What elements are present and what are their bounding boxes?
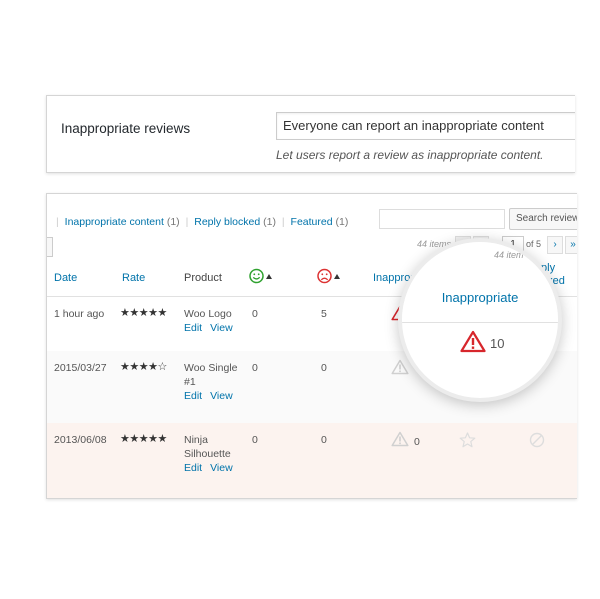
warning-icon[interactable] [391, 431, 409, 447]
search-input[interactable] [379, 209, 505, 229]
product-name: Woo Single #1 [184, 362, 238, 388]
negative-count: 0 [321, 362, 327, 374]
star-rating: ★★★★★ [120, 433, 167, 445]
table-row: 2013/06/08 ★★★★★ Ninja Silhouette Edit Vi… [47, 423, 577, 498]
star-outline-icon[interactable] [459, 432, 476, 448]
column-date[interactable]: Date [54, 272, 77, 284]
edit-link[interactable]: Edit [184, 322, 202, 334]
product-name: Ninja Silhouette [184, 434, 231, 460]
product-name: Woo Logo [184, 308, 232, 320]
view-link[interactable]: View [210, 390, 233, 402]
negative-count: 0 [321, 434, 327, 446]
filter-reply-blocked[interactable]: Reply blocked [194, 216, 260, 228]
column-negative[interactable] [317, 268, 343, 287]
view-link[interactable]: View [210, 322, 233, 334]
smile-icon [249, 268, 272, 284]
filter-inappropriate-content[interactable]: Inappropriate content [65, 216, 164, 228]
review-date: 2015/03/27 [54, 362, 107, 374]
filter-count: (1) [335, 216, 349, 228]
setting-description: Let users report a review as inappropria… [276, 148, 544, 162]
magnified-items-count: 44 item [494, 250, 524, 260]
filter-count: (1) [166, 216, 180, 228]
frown-icon [317, 268, 340, 284]
star-rating: ★★★★☆ [120, 361, 167, 373]
bulk-actions-select[interactable] [47, 237, 53, 257]
search-reviews-button[interactable]: Search reviews [509, 208, 577, 230]
edit-link[interactable]: Edit [184, 462, 202, 474]
magnified-inappropriate-count: 10 [490, 336, 505, 351]
positive-count: 0 [252, 362, 258, 374]
positive-count: 0 [252, 434, 258, 446]
inappropriate-reviews-label: Inappropriate reviews [61, 121, 191, 136]
column-rate[interactable]: Rate [122, 272, 145, 284]
block-icon[interactable] [529, 432, 545, 448]
warning-icon[interactable] [391, 359, 409, 375]
inappropriate-count: 0 [414, 436, 420, 448]
positive-count: 0 [252, 308, 258, 320]
filter-count: (1) [263, 216, 276, 228]
filter-links: | Inappropriate content (1) | Reply bloc… [56, 216, 349, 228]
magnified-inappropriate-header: Inappropriate [441, 290, 519, 305]
view-link[interactable]: View [210, 462, 233, 474]
star-rating: ★★★★★ [120, 307, 167, 319]
settings-panel: Inappropriate reviews Everyone can repor… [46, 95, 575, 173]
edit-link[interactable]: Edit [184, 390, 202, 402]
report-permission-select[interactable]: Everyone can report an inappropriate con… [276, 112, 575, 140]
last-page-button[interactable]: » [565, 236, 577, 254]
column-product: Product [184, 272, 222, 284]
product-cell: Ninja Silhouette Edit View [184, 433, 246, 475]
column-positive[interactable] [249, 268, 275, 287]
warning-icon [460, 330, 486, 353]
product-cell: Woo Logo Edit View [184, 307, 246, 335]
review-date: 2013/06/08 [54, 434, 107, 446]
negative-count: 5 [321, 308, 327, 320]
magnifier-callout: 44 item Inappropriate 10 [398, 238, 562, 402]
review-date: 1 hour ago [54, 308, 105, 320]
product-cell: Woo Single #1 Edit View [184, 361, 246, 403]
filter-featured[interactable]: Featured [291, 216, 333, 228]
